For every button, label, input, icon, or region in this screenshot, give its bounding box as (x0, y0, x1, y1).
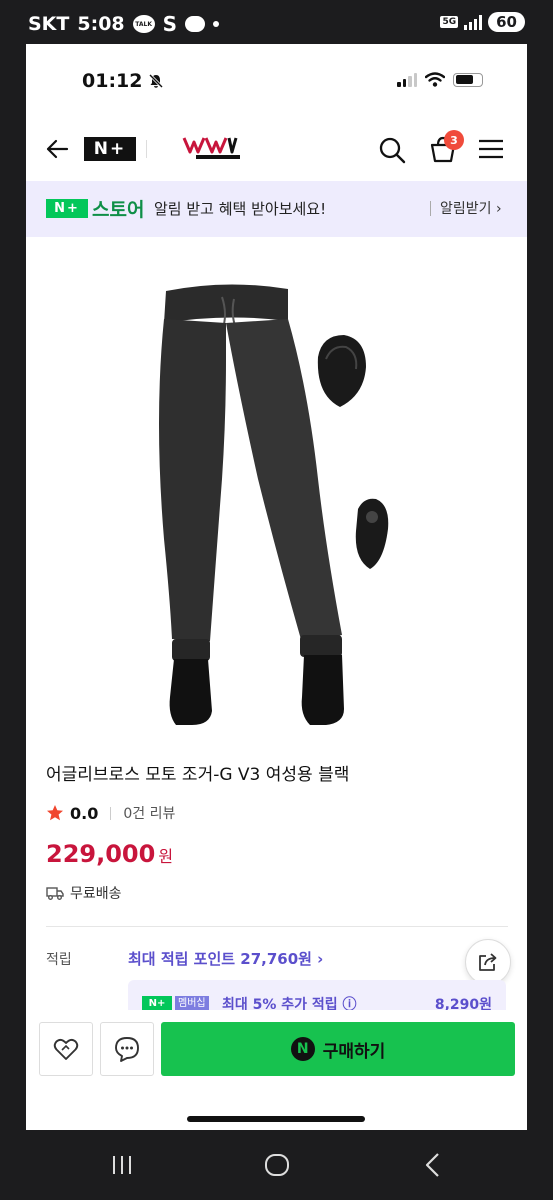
chat-icon (115, 1037, 139, 1062)
network-type: 5G (440, 16, 459, 28)
page: 01:12 N+ 3 N+ 스토어 알림 받고 혜택 받아보세요! 알림받기 ›… (26, 44, 527, 1130)
naver-plus-badge: N+ (46, 199, 88, 218)
menu-icon[interactable] (478, 138, 504, 160)
signal-icon (464, 14, 483, 30)
share-button[interactable] (465, 939, 511, 985)
store-label: 스토어 (92, 199, 145, 221)
bell-muted-icon (149, 73, 164, 89)
product-image[interactable] (26, 239, 527, 739)
home-indicator (187, 1116, 365, 1122)
kakaotalk-icon: TALK (132, 15, 155, 33)
naver-pay-icon: N (290, 1037, 315, 1061)
app-header: N+ 3 (26, 124, 527, 178)
talktalk-button[interactable] (100, 1022, 154, 1076)
rating-value: 0.0 (70, 803, 99, 823)
points-label: 적립 (46, 952, 72, 968)
share-icon (479, 953, 497, 971)
price-value: 229,000 (46, 840, 156, 868)
naver-plus-logo[interactable]: N+ (84, 137, 136, 161)
review-count[interactable]: 0건 리뷰 (123, 803, 175, 823)
brand-logo[interactable] (182, 134, 244, 162)
ios-battery-icon (453, 72, 483, 87)
max-points-link[interactable]: 최대 적립 포인트 27,760원 › (128, 948, 323, 969)
banner-message: 알림 받고 혜택 받아보세요! (154, 200, 327, 218)
heart-icon (53, 1038, 79, 1060)
section-divider (46, 926, 508, 927)
android-status-bar: SKT 5:08 TALK S 5G 60 (0, 0, 553, 44)
store-alert-banner[interactable]: N+ 스토어 알림 받고 혜택 받아보세요! 알림받기 › (26, 181, 527, 237)
search-icon[interactable] (378, 136, 406, 164)
header-divider (146, 140, 147, 158)
rating-row[interactable]: 0.0 0건 리뷰 (46, 803, 175, 823)
price-row: 229,000 원 (46, 840, 173, 868)
ios-status-bar: 01:12 (26, 44, 527, 120)
wifi-icon (425, 72, 445, 87)
clock: 5:08 (77, 13, 125, 35)
battery-level: 60 (488, 12, 525, 32)
recent-apps-icon[interactable] (110, 1154, 134, 1176)
price-currency: 원 (158, 847, 174, 866)
shipping-text: 무료배송 (70, 886, 122, 902)
shipping-row: 무료배송 (46, 883, 122, 903)
purchase-bar: N 구매하기 (26, 1010, 527, 1130)
rating-divider (110, 806, 112, 820)
ios-clock: 01:12 (82, 70, 143, 92)
buy-button-label: 구매하기 (322, 1041, 386, 1062)
notification-dot-icon (213, 21, 220, 27)
cellular-icon (397, 72, 417, 87)
banner-divider (430, 201, 431, 216)
nav-back-icon[interactable] (422, 1152, 444, 1178)
product-name: 어글리브로스 모토 조거-G V3 여성용 블랙 (46, 765, 350, 785)
truck-icon (46, 887, 64, 900)
home-icon[interactable] (264, 1152, 290, 1178)
android-nav-bar (0, 1130, 553, 1200)
membership-badge: 멤버십 (175, 996, 209, 1011)
carrier-label: SKT (28, 13, 70, 35)
member-np-badge: N+ (142, 996, 172, 1011)
wishlist-button[interactable] (39, 1022, 93, 1076)
s-app-icon: S (162, 12, 178, 36)
cart-count-badge: 3 (444, 130, 464, 150)
star-icon (47, 805, 63, 821)
buy-button[interactable]: N 구매하기 (161, 1022, 515, 1076)
cloud-icon (185, 16, 206, 32)
subscribe-alert-link[interactable]: 알림받기 › (440, 198, 502, 218)
back-arrow-icon[interactable] (44, 136, 70, 162)
